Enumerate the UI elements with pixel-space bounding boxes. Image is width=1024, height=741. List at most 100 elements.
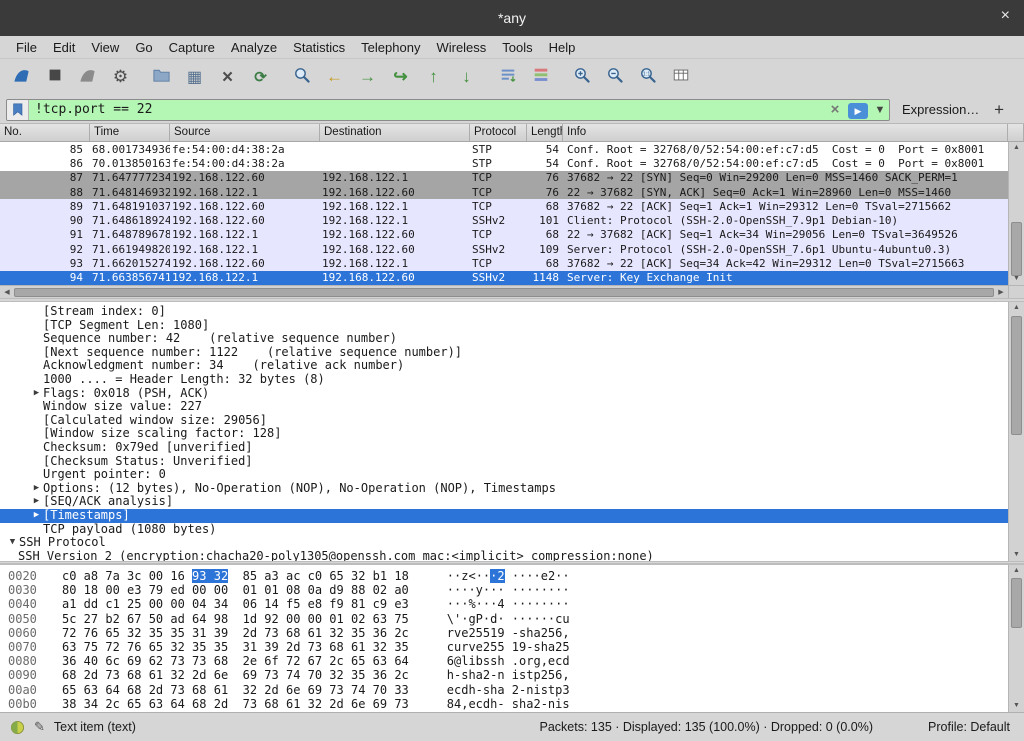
packet-row[interactable]: 9471.663856741192.168.122.1192.168.122.6… bbox=[0, 271, 1008, 285]
menu-help[interactable]: Help bbox=[541, 38, 584, 57]
profile-status[interactable]: Profile: Default bbox=[928, 720, 1010, 734]
hex-ascii[interactable]: rve25519 -sha256, bbox=[447, 626, 570, 640]
hex-line[interactable]: 009068 2d 73 68 61 32 2d 6e 69 73 74 70 … bbox=[8, 668, 1008, 682]
packet-row[interactable]: 9271.661949820192.168.122.1192.168.122.6… bbox=[0, 242, 1008, 256]
detail-line[interactable]: [Calculated window size: 29056] bbox=[0, 414, 1008, 428]
go-back-button[interactable]: ← bbox=[319, 63, 350, 93]
hex-bytes[interactable]: 36 40 6c 69 62 73 73 68 2e 6f 72 67 2c 6… bbox=[62, 654, 409, 668]
hex-line[interactable]: 003080 18 00 e3 79 ed 00 00 01 01 08 0a … bbox=[8, 583, 1008, 597]
detail-line[interactable]: ▶Flags: 0x018 (PSH, ACK) bbox=[0, 387, 1008, 401]
filter-bookmark-icon[interactable] bbox=[7, 100, 29, 120]
hex-line[interactable]: 0040a1 dd c1 25 00 00 04 34 06 14 f5 e8 … bbox=[8, 597, 1008, 611]
hex-ascii[interactable]: curve255 19-sha25 bbox=[447, 640, 570, 654]
filter-clear-icon[interactable]: × bbox=[825, 101, 845, 118]
detail-line[interactable]: Urgent pointer: 0 bbox=[0, 468, 1008, 482]
add-filter-button[interactable]: + bbox=[988, 100, 1010, 120]
scroll-thumb[interactable] bbox=[1011, 578, 1022, 628]
menu-view[interactable]: View bbox=[83, 38, 127, 57]
hex-line[interactable]: 0020c0 a8 7a 3c 00 16 93 32 85 a3 ac c0 … bbox=[8, 569, 1008, 583]
display-filter-field[interactable]: !tcp.port == 22 × ▶ ▼ bbox=[6, 99, 890, 121]
stop-capture-button[interactable] bbox=[39, 63, 70, 93]
column-header-info[interactable]: Info bbox=[563, 124, 1008, 141]
detail-line[interactable]: SSH Version 2 (encryption:chacha20-poly1… bbox=[0, 550, 1008, 561]
find-packet-button[interactable] bbox=[286, 63, 317, 93]
detail-line[interactable]: Checksum: 0x79ed [unverified] bbox=[0, 441, 1008, 455]
hex-line[interactable]: 007063 75 72 76 65 32 35 35 31 39 2d 73 … bbox=[8, 640, 1008, 654]
hex-bytes[interactable]: 5c 27 b2 67 50 ad 64 98 1d 92 00 00 01 0… bbox=[62, 612, 409, 626]
column-header-length[interactable]: Length bbox=[527, 124, 563, 141]
menu-capture[interactable]: Capture bbox=[161, 38, 223, 57]
detail-line[interactable]: [TCP Segment Len: 1080] bbox=[0, 319, 1008, 333]
expander-collapsed-icon[interactable]: ▶ bbox=[30, 387, 43, 401]
close-capture-file-button[interactable]: × bbox=[212, 63, 243, 93]
menu-telephony[interactable]: Telephony bbox=[353, 38, 428, 57]
menu-go[interactable]: Go bbox=[127, 38, 160, 57]
capture-options-button[interactable]: ⚙ bbox=[105, 63, 136, 93]
detail-line[interactable]: [Next sequence number: 1122 (relative se… bbox=[0, 346, 1008, 360]
detail-line[interactable]: [Stream index: 0] bbox=[0, 305, 1008, 319]
column-header-time[interactable]: Time bbox=[90, 124, 170, 141]
detail-line[interactable]: [Window size scaling factor: 128] bbox=[0, 427, 1008, 441]
start-capture-button[interactable] bbox=[6, 63, 37, 93]
zoom-reset-button[interactable]: 1:1 bbox=[632, 63, 663, 93]
go-first-packet-button[interactable]: ↑ bbox=[418, 63, 449, 93]
scroll-thumb[interactable] bbox=[1011, 222, 1022, 276]
packet-row[interactable]: 9371.662015274192.168.122.60192.168.122.… bbox=[0, 256, 1008, 270]
hex-ascii[interactable]: h-sha2-n istp256, bbox=[447, 668, 570, 682]
detail-line[interactable]: TCP payload (1080 bytes) bbox=[0, 523, 1008, 537]
scroll-down-icon[interactable]: ▼ bbox=[1009, 549, 1024, 561]
open-capture-file-button[interactable] bbox=[146, 63, 177, 93]
column-header-no[interactable]: No. bbox=[0, 124, 90, 141]
detail-line[interactable]: ▶[SEQ/ACK analysis] bbox=[0, 495, 1008, 509]
hex-bytes[interactable]: 65 63 64 68 2d 73 68 61 32 2d 6e 69 73 7… bbox=[62, 683, 409, 697]
menu-tools[interactable]: Tools bbox=[494, 38, 540, 57]
packet-row[interactable]: 8568.001734936fe:54:00:d4:38:2aSTP54Conf… bbox=[0, 142, 1008, 156]
detail-line[interactable]: Acknowledgment number: 34 (relative ack … bbox=[0, 359, 1008, 373]
go-last-packet-button[interactable]: ↓ bbox=[451, 63, 482, 93]
packet-list-hscrollbar[interactable]: ◀ ▶ bbox=[0, 285, 1024, 298]
expression-button[interactable]: Expression… bbox=[902, 102, 979, 117]
expander-collapsed-icon[interactable]: ▶ bbox=[30, 482, 43, 496]
details-vscrollbar[interactable]: ▲ ▼ bbox=[1008, 302, 1024, 561]
hex-ascii[interactable]: ····y··· ········ bbox=[447, 583, 570, 597]
column-header-protocol[interactable]: Protocol bbox=[470, 124, 527, 141]
zoom-in-button[interactable] bbox=[566, 63, 597, 93]
scroll-up-icon[interactable]: ▲ bbox=[1009, 565, 1024, 577]
bytes-vscrollbar[interactable]: ▲ ▼ bbox=[1008, 565, 1024, 712]
menu-edit[interactable]: Edit bbox=[45, 38, 83, 57]
menu-file[interactable]: File bbox=[8, 38, 45, 57]
scroll-up-icon[interactable]: ▲ bbox=[1009, 302, 1024, 314]
hex-ascii[interactable]: 84,ecdh- sha2-nis bbox=[447, 697, 570, 711]
expander-expanded-icon[interactable]: ▼ bbox=[6, 536, 19, 550]
scroll-up-icon[interactable]: ▲ bbox=[1009, 142, 1024, 154]
hex-ascii[interactable]: ···%···4 ········ bbox=[447, 597, 570, 611]
hex-bytes[interactable]: 38 34 2c 65 63 64 68 2d 73 68 61 32 2d 6… bbox=[62, 697, 409, 711]
restart-capture-button[interactable] bbox=[72, 63, 103, 93]
auto-scroll-button[interactable] bbox=[492, 63, 523, 93]
expert-info-icon[interactable] bbox=[10, 720, 25, 735]
detail-line[interactable]: Sequence number: 42 (relative sequence n… bbox=[0, 332, 1008, 346]
scroll-left-icon[interactable]: ◀ bbox=[0, 288, 14, 296]
resize-columns-button[interactable] bbox=[665, 63, 696, 93]
hex-bytes[interactable]: 72 76 65 32 35 35 31 39 2d 73 68 61 32 3… bbox=[62, 626, 409, 640]
detail-line[interactable]: 1000 .... = Header Length: 32 bytes (8) bbox=[0, 373, 1008, 387]
column-header-source[interactable]: Source bbox=[170, 124, 320, 141]
close-icon[interactable]: × bbox=[1001, 8, 1010, 24]
packet-row[interactable]: 8871.648146932192.168.122.1192.168.122.6… bbox=[0, 185, 1008, 199]
display-filter-input[interactable]: !tcp.port == 22 bbox=[29, 102, 825, 117]
menu-statistics[interactable]: Statistics bbox=[285, 38, 353, 57]
hex-bytes[interactable]: 63 75 72 76 65 32 35 35 31 39 2d 73 68 6… bbox=[62, 640, 409, 654]
hex-line[interactable]: 006072 76 65 32 35 35 31 39 2d 73 68 61 … bbox=[8, 626, 1008, 640]
hex-ascii[interactable]: ecdh-sha 2-nistp3 bbox=[447, 683, 570, 697]
packet-list-vscrollbar[interactable]: ▲ ▼ bbox=[1008, 142, 1024, 285]
detail-line[interactable]: [Checksum Status: Unverified] bbox=[0, 455, 1008, 469]
hex-ascii[interactable]: 6@libssh .org,ecd bbox=[447, 654, 570, 668]
detail-line[interactable]: ▼SSH Protocol bbox=[0, 536, 1008, 550]
detail-line[interactable]: ▶[Timestamps] bbox=[0, 509, 1008, 523]
scroll-thumb[interactable] bbox=[1011, 316, 1022, 435]
hex-ascii[interactable]: ··z<···2 ····e2·· bbox=[447, 569, 570, 583]
packet-row[interactable]: 8971.648191037192.168.122.60192.168.122.… bbox=[0, 199, 1008, 213]
hex-line[interactable]: 00505c 27 b2 67 50 ad 64 98 1d 92 00 00 … bbox=[8, 612, 1008, 626]
expander-collapsed-icon[interactable]: ▶ bbox=[30, 495, 43, 509]
packet-row[interactable]: 8771.647777234192.168.122.60192.168.122.… bbox=[0, 171, 1008, 185]
